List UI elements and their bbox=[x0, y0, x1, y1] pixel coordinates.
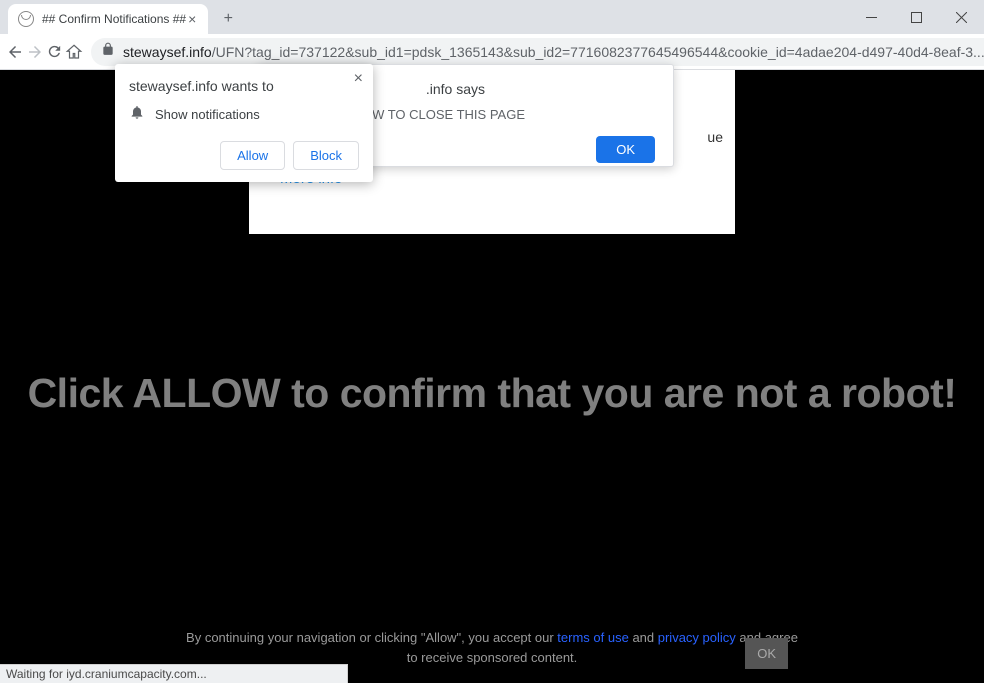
browser-titlebar: ## Confirm Notifications ## × + bbox=[0, 0, 984, 34]
bell-icon bbox=[129, 104, 145, 125]
close-window-button[interactable] bbox=[939, 0, 984, 34]
privacy-link[interactable]: privacy policy bbox=[658, 630, 736, 645]
alert-ok-button[interactable]: OK bbox=[596, 136, 655, 163]
tab-title: ## Confirm Notifications ## bbox=[42, 12, 186, 26]
notification-permission-prompt: × stewaysef.info wants to Show notificat… bbox=[115, 64, 373, 182]
address-bar[interactable]: stewaysef.info/UFN?tag_id=737122&sub_id1… bbox=[91, 38, 984, 66]
permission-item-label: Show notifications bbox=[155, 107, 260, 122]
page-viewport: ue More info .info says OW TO CLOSE THIS… bbox=[0, 70, 984, 683]
close-tab-icon[interactable]: × bbox=[186, 11, 198, 27]
consent-ok-button[interactable]: OK bbox=[745, 638, 788, 669]
partial-text: ue bbox=[707, 129, 723, 145]
page-headline: Click ALLOW to confirm that you are not … bbox=[0, 370, 984, 417]
window-controls bbox=[849, 0, 984, 34]
back-button[interactable] bbox=[6, 36, 24, 68]
forward-button[interactable] bbox=[26, 36, 44, 68]
allow-button[interactable]: Allow bbox=[220, 141, 285, 170]
terms-link[interactable]: terms of use bbox=[557, 630, 629, 645]
home-button[interactable] bbox=[65, 36, 83, 68]
maximize-button[interactable] bbox=[894, 0, 939, 34]
minimize-button[interactable] bbox=[849, 0, 894, 34]
status-bar: Waiting for iyd.craniumcapacity.com... bbox=[0, 664, 348, 683]
block-button[interactable]: Block bbox=[293, 141, 359, 170]
close-icon[interactable]: × bbox=[354, 70, 363, 88]
new-tab-button[interactable]: + bbox=[214, 5, 242, 33]
lock-icon bbox=[101, 42, 115, 61]
consent-banner: By continuing your navigation or clickin… bbox=[0, 628, 984, 667]
browser-tab[interactable]: ## Confirm Notifications ## × bbox=[8, 4, 208, 34]
url-text: stewaysef.info/UFN?tag_id=737122&sub_id1… bbox=[123, 44, 984, 60]
reload-button[interactable] bbox=[46, 36, 63, 68]
permission-title: stewaysef.info wants to bbox=[129, 78, 359, 94]
globe-icon bbox=[18, 11, 34, 27]
